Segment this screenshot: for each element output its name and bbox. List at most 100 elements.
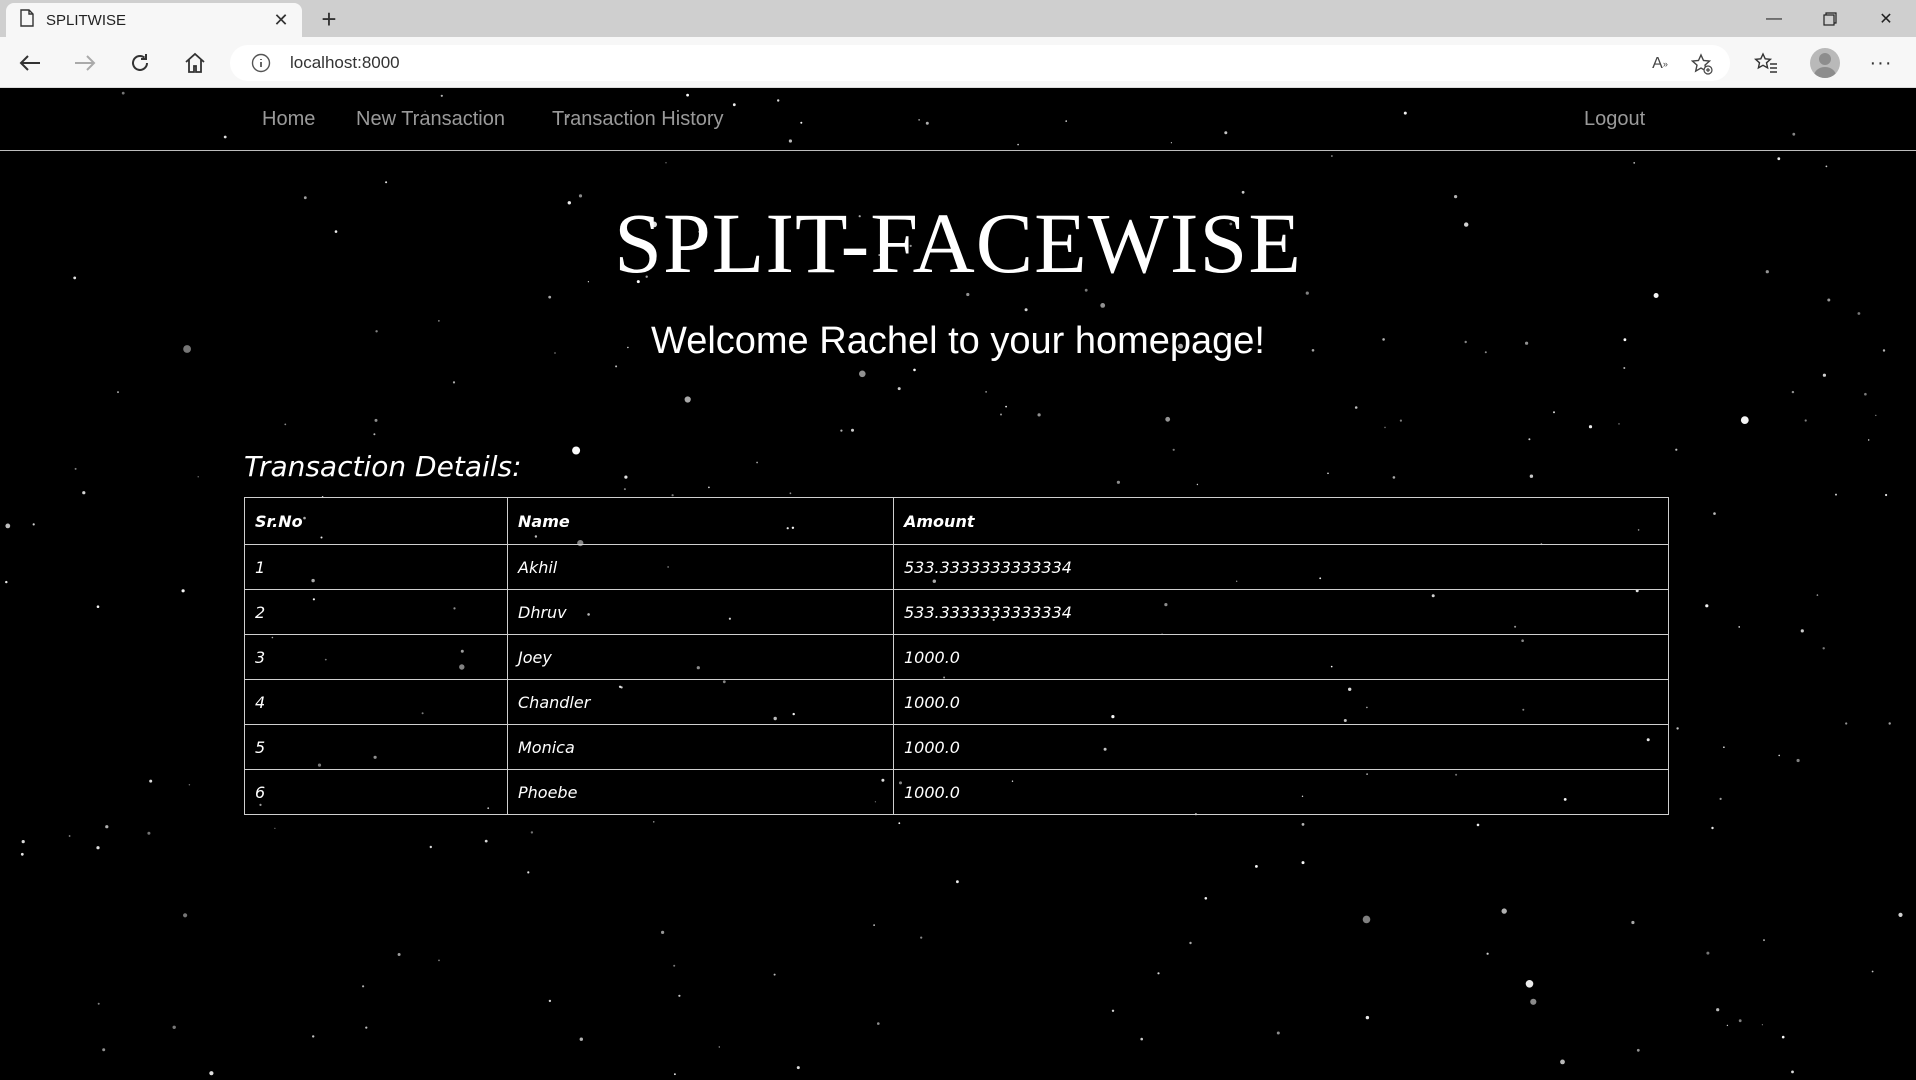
star [1796,758,1800,763]
back-button[interactable] [14,47,46,79]
star [1871,970,1874,973]
star [1653,293,1659,298]
minimize-button[interactable]: — [1746,0,1802,37]
star [1777,157,1781,161]
star [1726,1024,1729,1027]
nav-new-transaction-link[interactable]: New Transaction [356,108,505,131]
star [913,368,916,372]
star [484,839,488,843]
star [653,821,655,823]
forward-arrow-icon [75,55,96,71]
add-favorite-icon[interactable] [1690,52,1714,76]
star [102,1048,106,1052]
star [1255,865,1258,868]
nav-home-link[interactable]: Home [262,108,315,131]
star [1778,754,1780,757]
star [1631,920,1635,925]
more-options-icon: ··· [1869,51,1893,74]
cell-name: Akhil [507,544,894,590]
star [1791,390,1795,394]
star [1719,797,1722,801]
star [1633,162,1636,164]
browser-tab-bar: SPLITWISE ✕ + — ✕ [0,0,1916,37]
column-header-name: Name [507,497,894,545]
back-arrow-icon [19,55,40,71]
star [1476,823,1480,827]
star [1875,414,1877,417]
star [661,930,665,935]
restore-button[interactable] [1802,0,1858,37]
star [1116,480,1120,484]
star [684,396,691,403]
nav-logout-link[interactable]: Logout [1584,108,1645,131]
star [397,953,401,956]
star [1857,312,1861,315]
star [1140,1037,1143,1041]
star [82,491,86,495]
star [1675,448,1678,451]
star [966,292,970,297]
star [97,1002,100,1005]
star [1781,1035,1785,1039]
star [1791,1070,1794,1074]
star [1716,1008,1720,1012]
star [708,486,710,489]
star [1241,190,1245,194]
reload-button[interactable] [124,47,156,79]
site-info-icon[interactable] [250,52,272,74]
table-header-row: Sr.No Name Amount [244,497,1669,545]
star [5,523,11,529]
cell-amount: 1000.0 [893,679,1669,725]
browser-tab[interactable]: SPLITWISE ✕ [6,3,302,37]
star [674,1073,676,1076]
cell-amount: 1000.0 [893,769,1669,815]
page-icon [20,8,34,32]
star [1868,439,1870,441]
star [572,446,581,455]
profile-avatar[interactable] [1810,48,1840,78]
star [1392,476,1396,479]
cell-srno: 6 [244,769,508,815]
browser-toolbar: localhost:8000 A» ··· [0,37,1916,88]
star [1384,426,1386,429]
star [1763,939,1765,942]
read-aloud-icon[interactable]: A» [1648,52,1672,76]
star [20,852,24,856]
star [1276,1031,1280,1035]
site-brand-title: SPLIT-FACEWISE [614,195,1302,291]
close-tab-icon[interactable]: ✕ [270,10,292,31]
table-row: 2 Dhruv 533.3333333333334 [244,589,1669,635]
star [578,194,583,198]
cell-amount: 533.3333333333334 [893,544,1669,590]
favorites-button[interactable] [1750,47,1782,79]
star [96,846,100,850]
star [373,433,376,436]
star [452,381,456,384]
star [877,1022,880,1025]
cell-name: Chandler [507,679,894,725]
star [548,999,552,1003]
star [1525,980,1534,988]
cell-name: Monica [507,724,894,770]
cell-amount: 1000.0 [893,724,1669,770]
nav-transaction-history-link[interactable]: Transaction History [552,108,724,131]
star [1822,373,1826,377]
star [374,418,378,422]
star [68,835,71,837]
address-bar[interactable]: localhost:8000 A» [230,45,1730,81]
star [1804,419,1807,422]
star [74,467,77,470]
new-tab-button[interactable]: + [314,4,344,35]
settings-menu-button[interactable]: ··· [1865,47,1897,79]
cell-name: Phoebe [507,769,894,815]
star [1024,308,1028,312]
forward-button[interactable] [69,47,101,79]
star [1713,512,1716,515]
star [1623,367,1626,369]
cell-srno: 1 [244,544,508,590]
cell-amount: 533.3333333333334 [893,589,1669,635]
cell-srno: 2 [244,589,508,635]
home-button[interactable] [179,47,211,79]
welcome-message: Welcome Rachel to your homepage! [651,320,1265,362]
close-window-button[interactable]: ✕ [1858,0,1914,37]
